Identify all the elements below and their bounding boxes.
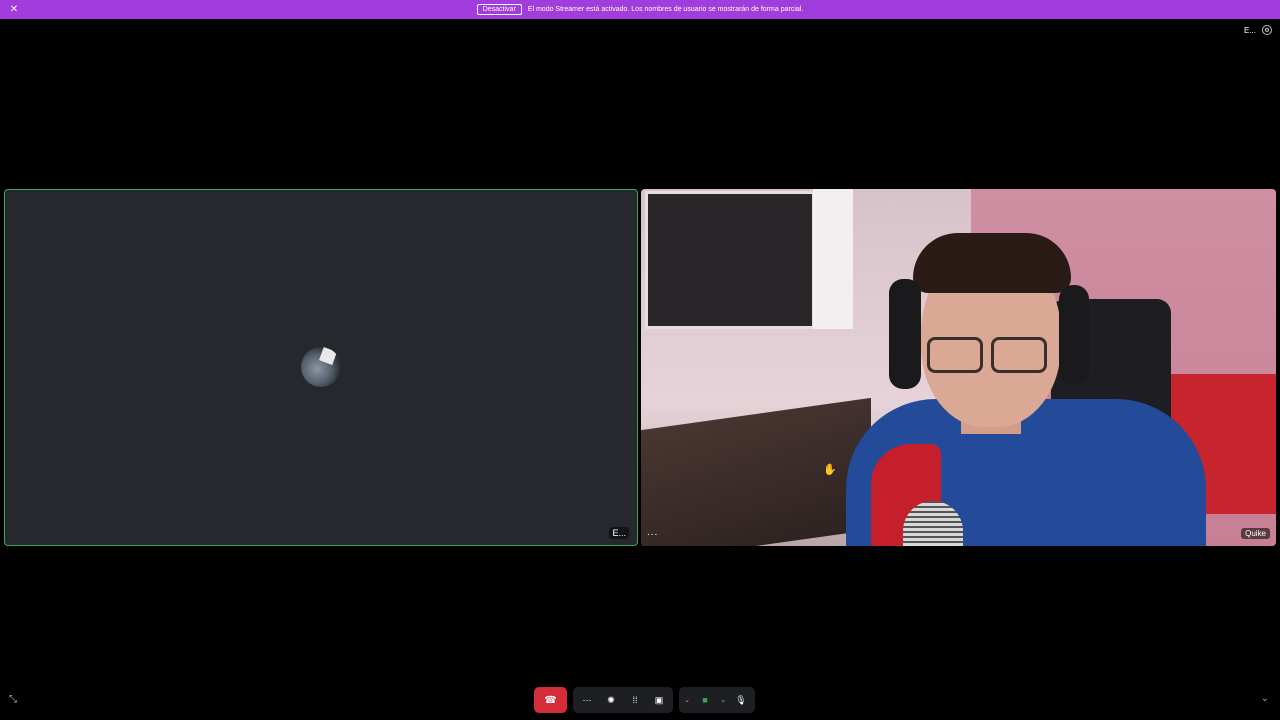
toolbar-group-actions: ⋯ ✺ ⁞⁞ ▣ (573, 687, 673, 713)
apps-button[interactable]: ⁞⁞ (625, 690, 645, 710)
close-icon[interactable]: ✕ (7, 2, 21, 16)
activity-button[interactable]: ✺ (601, 690, 621, 710)
activity-icon: ✺ (607, 694, 615, 705)
user-label[interactable]: E... (1244, 26, 1256, 35)
avatar (301, 347, 341, 387)
top-right-controls: E... ⚙ (1244, 25, 1272, 35)
camera-icon: ■ (702, 695, 708, 705)
more-icon: ⋯ (582, 694, 592, 705)
webcam-video: ✋ (641, 189, 1276, 546)
deactivate-button[interactable]: Desactivar (476, 4, 522, 15)
mic-options-chevron-icon[interactable]: ⌄ (719, 696, 727, 704)
camera-button[interactable]: ■ (695, 690, 715, 710)
screen-share-icon: ▣ (654, 694, 664, 705)
participant-tile-right[interactable]: ✋ ... Quike (641, 189, 1276, 546)
participant-name: Quike (1241, 528, 1270, 539)
mic-icon: 🎙 (735, 694, 747, 705)
banner-message: El modo Streamer está activado. Los nomb… (527, 6, 804, 13)
tile-name-label: E... (609, 527, 629, 539)
more-options-button[interactable]: ⋯ (577, 690, 597, 710)
exit-fullscreen-icon[interactable]: ⤡ (9, 694, 17, 705)
hand-cursor-icon: ✋ (823, 464, 837, 476)
tile-more-button[interactable]: ... (647, 527, 658, 538)
banner-content: Desactivar El modo Streamer está activad… (476, 4, 804, 15)
toolbar-group-media: ⌄ ■ ⌄ 🎙 (679, 687, 755, 713)
participant-tile-left[interactable]: E... (4, 189, 638, 546)
camera-options-chevron-icon[interactable]: ⌄ (683, 696, 691, 704)
chevron-down-icon[interactable]: ⌄ (1261, 693, 1269, 704)
mic-button[interactable]: 🎙 (731, 690, 751, 710)
screen-share-button[interactable]: ▣ (649, 690, 669, 710)
apps-icon: ⁞⁞ (632, 695, 638, 705)
phone-hangup-icon: ☎ (544, 694, 557, 706)
call-toolbar: ☎ ⋯ ✺ ⁞⁞ ▣ ⌄ ■ ⌄ 🎙 (534, 687, 755, 713)
settings-icon[interactable]: ⚙ (1262, 25, 1272, 35)
streamer-mode-banner: ✕ Desactivar El modo Streamer está activ… (0, 0, 1280, 19)
hangup-button[interactable]: ☎ (534, 687, 567, 713)
